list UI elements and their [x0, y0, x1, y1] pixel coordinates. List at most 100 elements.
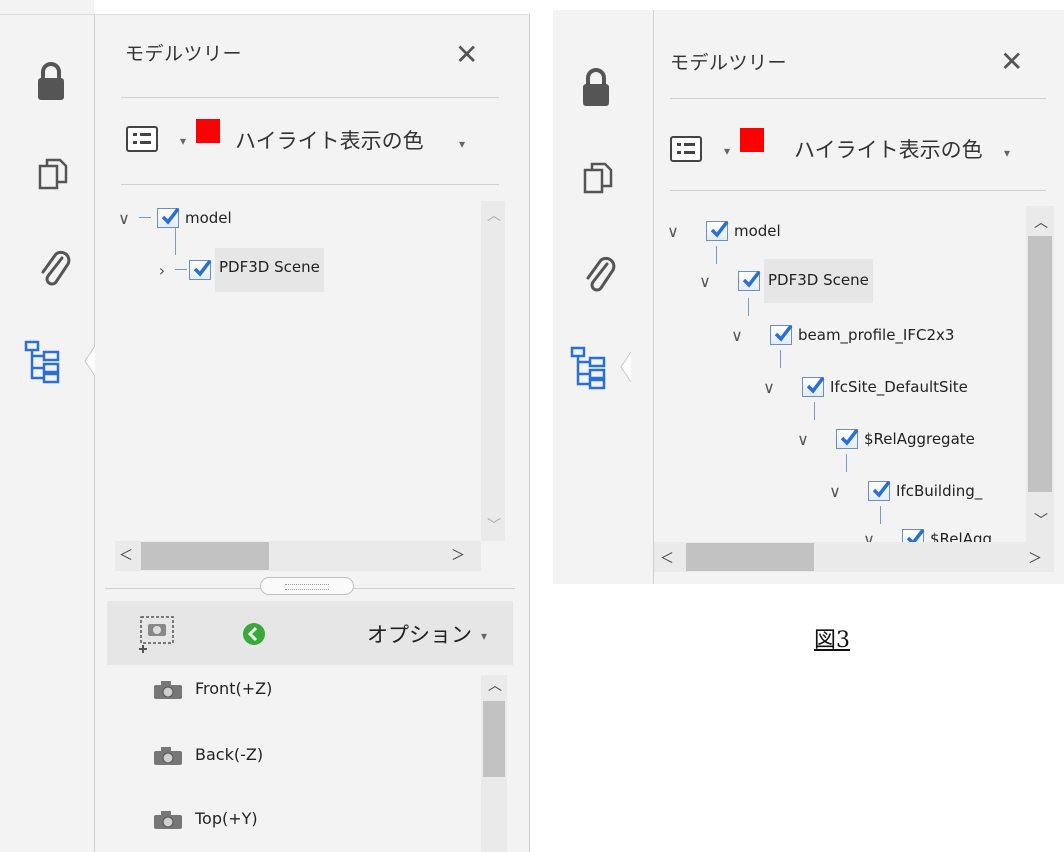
- checkbox-checked-icon[interactable]: [836, 428, 859, 449]
- highlight-color-swatch[interactable]: [196, 119, 220, 143]
- back-arrow-icon[interactable]: [242, 622, 266, 646]
- highlight-color-dropdown-icon[interactable]: ▾: [1004, 146, 1010, 160]
- tree-connector: [814, 402, 815, 420]
- scroll-down-arrow[interactable]: ﹀: [1034, 510, 1048, 530]
- camera-icon: [153, 810, 183, 829]
- left-model-tree-panel: モデルツリー ✕ ▾ ハイライト表示の色 ▾ ∨ model › PDF3D S…: [95, 15, 529, 852]
- highlight-color-swatch[interactable]: [740, 128, 764, 152]
- highlight-color-label[interactable]: ハイライト表示の色: [235, 125, 424, 155]
- checkbox-checked-icon[interactable]: [770, 324, 793, 345]
- checkbox-checked-icon[interactable]: [706, 220, 729, 241]
- scroll-up-arrow[interactable]: ︿: [488, 675, 502, 695]
- model-tree-icon[interactable]: [24, 340, 72, 384]
- lock-icon[interactable]: [581, 66, 611, 108]
- tree-connector: [748, 298, 749, 316]
- vertical-scroll-thumb[interactable]: [483, 701, 505, 777]
- chevron-down-icon[interactable]: ∨: [115, 209, 133, 228]
- close-button[interactable]: ✕: [1000, 48, 1023, 76]
- right-model-tree-panel: モデルツリー ✕ ▾ ハイライト表示の色 ▾ ∨ model ∨ PDF3D S…: [654, 10, 1064, 584]
- tree-node-label: PDF3D Scene: [764, 259, 873, 303]
- tree-node-label: model: [734, 222, 781, 240]
- tree-connector: [846, 454, 847, 472]
- scroll-up-arrow[interactable]: ︿: [487, 205, 501, 225]
- chevron-down-icon[interactable]: ∨: [696, 272, 714, 291]
- view-item-label: Top(+Y): [195, 809, 258, 828]
- camera-icon: [153, 746, 183, 765]
- tree-node-beam-profile[interactable]: ∨ beam_profile_IFC2x3: [728, 320, 954, 350]
- camera-icon: [153, 680, 183, 699]
- title-divider: [121, 97, 499, 98]
- chevron-down-icon[interactable]: ∨: [728, 326, 746, 345]
- model-tree-icon[interactable]: [570, 346, 618, 390]
- scroll-up-arrow[interactable]: ︿: [1034, 212, 1048, 232]
- highlight-color-dropdown-icon[interactable]: ▾: [459, 137, 465, 151]
- checkbox-checked-icon[interactable]: [868, 480, 891, 501]
- tree-node-label: $RelAggregate: [864, 430, 975, 448]
- tree-node-pdf3d-scene[interactable]: › PDF3D Scene: [153, 248, 324, 292]
- chevron-down-icon[interactable]: ∨: [664, 222, 682, 241]
- view-item-label: Back(-Z): [195, 745, 264, 764]
- scroll-down-arrow[interactable]: ﹀: [487, 515, 501, 535]
- scroll-right-arrow[interactable]: ＞: [1028, 548, 1042, 568]
- scroll-right-arrow[interactable]: ＞: [451, 545, 465, 565]
- tree-node-ifcsite[interactable]: ∨ IfcSite_DefaultSite: [760, 372, 968, 402]
- tree-node-label: IfcSite_DefaultSite: [830, 378, 968, 396]
- toolbar-divider: [670, 190, 1046, 191]
- checkbox-checked-icon[interactable]: [189, 259, 212, 280]
- tree-node-ifcbuilding[interactable]: ∨ IfcBuilding_: [826, 476, 982, 506]
- horizontal-scroll-thumb[interactable]: [686, 543, 814, 571]
- vertical-scroll-thumb[interactable]: [1028, 236, 1052, 492]
- tree-node-relaggregate[interactable]: ∨ $RelAggregate: [794, 424, 975, 454]
- pane-splitter-handle[interactable]: [260, 577, 354, 595]
- panel-title: モデルツリー: [670, 52, 788, 74]
- scroll-left-arrow[interactable]: ＜: [660, 548, 674, 568]
- list-view-dropdown-icon[interactable]: ▾: [180, 134, 186, 148]
- checkbox-checked-icon[interactable]: [802, 376, 825, 397]
- tree-view[interactable]: ∨ model ∨ PDF3D Scene ∨ beam_profile_IFC…: [654, 206, 1026, 542]
- chevron-down-icon[interactable]: ∨: [794, 430, 812, 449]
- chevron-down-icon[interactable]: ∨: [860, 530, 878, 543]
- chevron-down-icon[interactable]: ∨: [760, 378, 778, 397]
- options-menu-label[interactable]: オプション: [367, 619, 472, 649]
- pages-icon[interactable]: [38, 158, 68, 192]
- checkbox-checked-icon[interactable]: [738, 270, 761, 291]
- highlight-color-label[interactable]: ハイライト表示の色: [794, 134, 983, 164]
- tree-node-label: IfcBuilding_: [896, 482, 983, 500]
- checkbox-checked-icon[interactable]: [157, 207, 180, 228]
- chevron-down-icon[interactable]: ∨: [826, 482, 844, 501]
- panel-title: モデルツリー: [125, 43, 243, 65]
- lock-icon[interactable]: [36, 60, 66, 102]
- tree-node-label: model: [185, 209, 232, 227]
- active-panel-notch: [620, 352, 632, 382]
- attachment-icon[interactable]: [38, 250, 72, 290]
- view-item-back[interactable]: Back(-Z): [153, 745, 264, 765]
- close-button[interactable]: ✕: [455, 41, 478, 69]
- scroll-left-arrow[interactable]: ＜: [119, 545, 133, 565]
- tree-connector: [780, 350, 781, 368]
- list-view-icon[interactable]: [670, 136, 702, 162]
- chevron-right-icon[interactable]: ›: [153, 261, 171, 280]
- tree-node-label: $RelAgg: [930, 530, 992, 542]
- left-right-border: [529, 14, 530, 852]
- horizontal-scroll-thumb[interactable]: [141, 542, 269, 570]
- tree-node-relagg[interactable]: ∨ $RelAgg: [860, 524, 992, 542]
- checkbox-checked-icon[interactable]: [902, 528, 925, 542]
- left-sidebar: [0, 0, 94, 852]
- list-view-dropdown-icon[interactable]: ▾: [724, 144, 730, 158]
- tree-node-pdf3d-scene[interactable]: ∨ PDF3D Scene: [696, 259, 873, 303]
- tree-node-model[interactable]: ∨ model: [115, 203, 232, 233]
- tree-view[interactable]: ∨ model › PDF3D Scene: [115, 201, 509, 541]
- title-divider: [670, 98, 1046, 99]
- figure-caption: 図3: [814, 628, 850, 653]
- toolbar-divider: [121, 184, 499, 185]
- pages-icon[interactable]: [583, 162, 613, 196]
- attachment-icon[interactable]: [583, 256, 617, 296]
- view-item-front[interactable]: Front(+Z): [153, 679, 272, 699]
- list-view-icon[interactable]: [126, 126, 158, 152]
- options-dropdown-icon[interactable]: ▾: [481, 629, 487, 643]
- tree-connector: [716, 246, 717, 264]
- view-item-top[interactable]: Top(+Y): [153, 809, 258, 829]
- tree-vertical-scrollbar[interactable]: [481, 201, 505, 541]
- create-view-icon[interactable]: [135, 615, 183, 655]
- tree-node-model[interactable]: ∨ model: [664, 216, 781, 246]
